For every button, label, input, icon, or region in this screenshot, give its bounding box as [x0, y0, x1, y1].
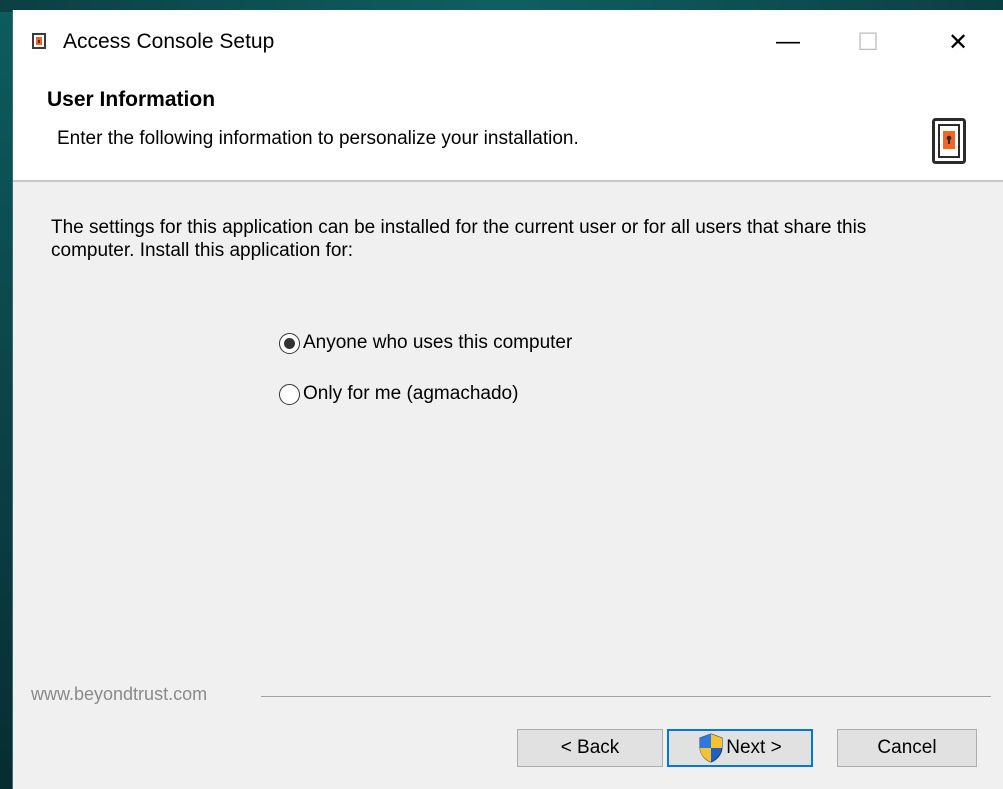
- wizard-header: User Information Enter the following inf…: [13, 74, 1003, 182]
- option-only-me-label: Only for me (agmachado): [303, 383, 519, 404]
- minimize-button[interactable]: —: [748, 10, 828, 74]
- page-subtitle: Enter the following information to perso…: [57, 128, 579, 149]
- option-anyone-label: Anyone who uses this computer: [303, 332, 573, 353]
- cancel-button[interactable]: Cancel: [837, 729, 977, 767]
- install-scope-description: The settings for this application can be…: [51, 217, 867, 261]
- window-title: Access Console Setup: [63, 30, 275, 53]
- setup-window: Access Console Setup — ☐ ✕ User Informat…: [12, 10, 1003, 789]
- option-only-me[interactable]: Only for me (agmachado): [279, 383, 518, 405]
- next-button-label: Next >: [726, 737, 782, 758]
- page-title: User Information: [47, 88, 216, 111]
- brand-link: www.beyondtrust.com: [31, 684, 208, 704]
- radio-anyone[interactable]: [279, 332, 300, 354]
- header-door-icon: [932, 118, 966, 164]
- app-door-icon: [32, 33, 46, 49]
- title-bar: Access Console Setup — ☐ ✕: [13, 10, 1003, 74]
- maximize-button[interactable]: ☐: [828, 10, 908, 74]
- next-button[interactable]: Next >: [667, 729, 813, 767]
- close-button[interactable]: ✕: [918, 10, 998, 74]
- back-button[interactable]: < Back: [517, 729, 663, 767]
- radio-selected-dot: [284, 337, 295, 349]
- footer-divider: [261, 696, 991, 697]
- uac-shield-icon: [699, 733, 723, 763]
- radio-only-me[interactable]: [279, 383, 300, 405]
- option-anyone[interactable]: Anyone who uses this computer: [279, 332, 572, 354]
